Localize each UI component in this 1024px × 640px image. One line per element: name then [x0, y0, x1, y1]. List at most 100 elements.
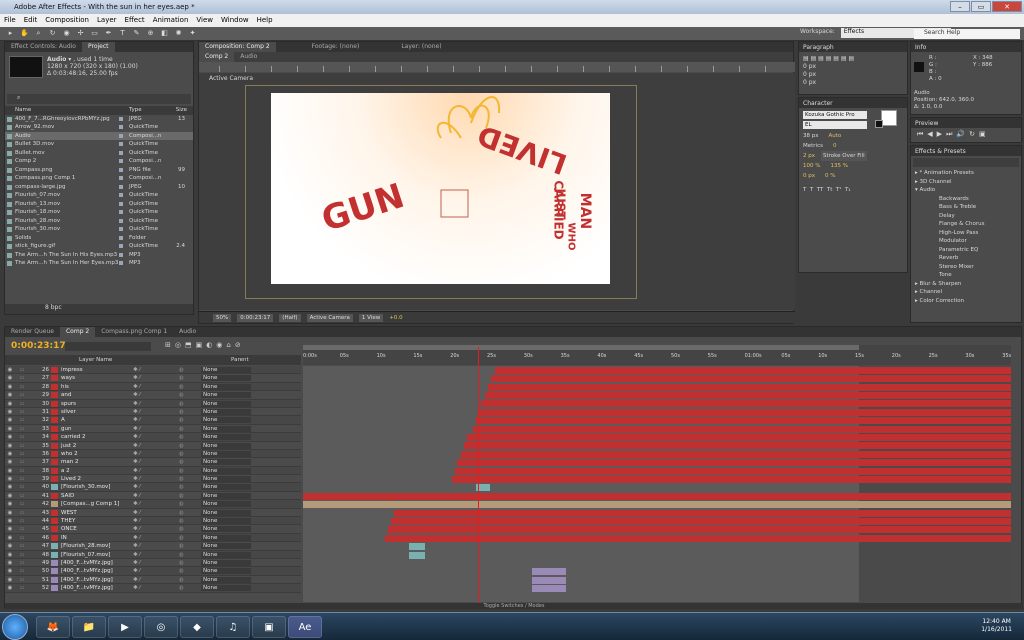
visibility-eye-icon[interactable]: ◉ [5, 458, 15, 465]
layer-duration-bar[interactable] [303, 501, 1011, 509]
lock-icon[interactable]: ▫ [15, 475, 29, 482]
tab-composition[interactable]: Composition: Comp 2 [199, 42, 276, 52]
parent-select[interactable]: None [201, 467, 251, 474]
label-color-swatch[interactable] [51, 518, 58, 525]
visibility-eye-icon[interactable]: ◉ [5, 534, 15, 541]
project-item[interactable]: Flourish_07.mov QuickTime [5, 191, 193, 200]
tab-effect-controls[interactable]: Effect Controls: Audio [5, 42, 82, 52]
layer-switches[interactable]: ✱ ⁄ [133, 383, 179, 390]
label-color-swatch[interactable] [51, 425, 58, 432]
bpc-toggle[interactable]: 8 bpc [45, 304, 62, 311]
project-item[interactable]: Arrow_92.mov QuickTime [5, 123, 193, 132]
visibility-eye-icon[interactable]: ◉ [5, 442, 15, 449]
tab-render-queue[interactable]: Render Queue [5, 327, 60, 337]
label-color-swatch[interactable] [51, 442, 58, 449]
visibility-eye-icon[interactable]: ◉ [5, 576, 15, 583]
layer-name[interactable]: who 2 [61, 450, 133, 457]
parent-select[interactable]: None [201, 576, 251, 583]
work-area-bar[interactable] [303, 345, 859, 350]
visibility-eye-icon[interactable]: ◉ [5, 400, 15, 407]
project-search-input[interactable]: ⌕ [7, 94, 191, 104]
explorer-icon[interactable]: 📁 [72, 616, 106, 638]
view-select[interactable]: 1 View [358, 313, 384, 322]
lock-icon[interactable]: ▫ [15, 525, 29, 532]
parent-select[interactable]: None [201, 367, 251, 373]
parent-select[interactable]: None [201, 509, 251, 516]
motion-blur-icon[interactable]: ◍ [179, 483, 201, 490]
layer-row[interactable]: ◉ ▫ 31 silver ✱ ⁄ ◍ None [5, 407, 301, 417]
layer-name[interactable]: ways [61, 374, 133, 381]
font-family-select[interactable]: Kozuka Gothic Pro [803, 111, 867, 119]
lock-icon[interactable]: ▫ [15, 374, 29, 381]
time-ruler[interactable]: 0:00s 05s 10s 15s 20s 25s 30s 35s 40s 45s 50s 55s 01… [303, 345, 1011, 365]
lock-icon[interactable]: ▫ [15, 551, 29, 558]
menu-item-help[interactable]: Help [257, 16, 273, 27]
label-color-swatch[interactable] [51, 543, 58, 550]
layer-name[interactable]: a 2 [61, 467, 133, 474]
motion-blur-icon[interactable]: ◍ [179, 492, 201, 499]
visibility-eye-icon[interactable]: ◉ [5, 483, 15, 490]
layer-name[interactable]: [Flourish_30.mov] [61, 483, 133, 490]
label-color-swatch[interactable] [51, 400, 58, 407]
visibility-eye-icon[interactable]: ◉ [5, 475, 15, 482]
effect-item[interactable]: Tone [911, 271, 1021, 280]
motion-blur-icon[interactable]: ◍ [179, 509, 201, 516]
layer-row[interactable]: ◉ ▫ 44 THEY ✱ ⁄ ◍ None [5, 517, 301, 526]
motion-blur-icon[interactable]: ◍ [179, 559, 201, 566]
parent-select[interactable]: None [201, 534, 251, 541]
layer-name[interactable]: man 2 [61, 458, 133, 465]
motion-blur-icon[interactable]: ◍ [179, 408, 201, 415]
layer-name[interactable]: Lived 2 [61, 475, 133, 482]
layer-row[interactable]: ◉ ▫ 48 [Flourish_07.mov] ✱ ⁄ ◍ None [5, 550, 301, 559]
text-just[interactable]: JUST [554, 188, 568, 219]
layer-switches[interactable]: ✱ ⁄ [133, 517, 179, 524]
lock-icon[interactable]: ▫ [15, 366, 29, 373]
subtab-comp2[interactable]: Comp 2 [199, 52, 235, 62]
font-size[interactable]: 38 px [803, 131, 819, 141]
label-color-swatch[interactable] [51, 408, 58, 415]
layer-duration-bar[interactable] [475, 417, 1011, 425]
toggle-switches-modes[interactable]: Toggle Switches / Modes [5, 603, 1023, 609]
motion-blur-icon[interactable]: ◍ [179, 542, 201, 549]
motion-blur-icon[interactable]: ◍ [179, 517, 201, 524]
layer-duration-bar[interactable] [390, 517, 1011, 525]
minimize-button[interactable]: – [950, 1, 970, 12]
text-who[interactable]: WHO [565, 223, 576, 251]
project-item[interactable]: Bullet 3D.mov QuickTime [5, 140, 193, 149]
parent-select[interactable]: None [201, 375, 251, 382]
layer-row[interactable]: ◉ ▫ 35 just 2 ✱ ⁄ ◍ None [5, 441, 301, 450]
layer-switches[interactable]: ✱ ⁄ [133, 509, 179, 516]
lock-icon[interactable]: ▫ [15, 416, 29, 423]
menu-item-edit[interactable]: Edit [24, 16, 38, 27]
motion-blur-icon[interactable]: ◍ [179, 391, 201, 398]
visibility-eye-icon[interactable]: ◉ [5, 525, 15, 532]
layer-duration-bar[interactable] [478, 408, 1011, 416]
layer-duration-bar[interactable] [466, 433, 1011, 441]
start-button[interactable] [2, 614, 28, 640]
layer-name[interactable]: [400_F...tvMYz.jpg] [61, 559, 133, 566]
visibility-eye-icon[interactable]: ◉ [5, 383, 15, 390]
camera-select[interactable]: Active Camera [306, 313, 353, 322]
layer-switches[interactable]: ✱ ⁄ [133, 391, 179, 398]
project-item[interactable]: Audio Composi...n [5, 131, 193, 140]
layer-name[interactable]: [Flourish_28.mov] [61, 542, 133, 549]
effects-search-input[interactable] [913, 158, 1019, 167]
tab-audio[interactable]: Audio [173, 327, 202, 337]
motion-blur-icon[interactable]: ◍ [179, 475, 201, 482]
label-color-swatch[interactable] [51, 509, 58, 516]
label-color-swatch[interactable] [51, 450, 58, 457]
label-color-swatch[interactable] [51, 526, 58, 533]
space-before[interactable]: 0 px [803, 71, 903, 79]
itunes-icon[interactable]: ♫ [216, 616, 250, 638]
parent-select[interactable]: None [201, 568, 251, 575]
lock-icon[interactable]: ▫ [15, 458, 29, 465]
baseline-shift[interactable]: 0 px [803, 171, 815, 181]
exposure-value[interactable]: +0.0 [389, 315, 402, 321]
layer-switches[interactable]: ✱ ⁄ [133, 467, 179, 474]
selection-tool-icon[interactable]: ▸ [6, 29, 15, 38]
layer-duration-bar[interactable] [487, 383, 1011, 391]
layer-row[interactable]: ◉ ▫ 33 gun ✱ ⁄ ◍ None [5, 424, 301, 434]
parent-select[interactable]: None [201, 526, 251, 533]
lock-icon[interactable]: ▫ [15, 442, 29, 449]
motion-blur-icon[interactable]: ◍ [179, 433, 201, 440]
